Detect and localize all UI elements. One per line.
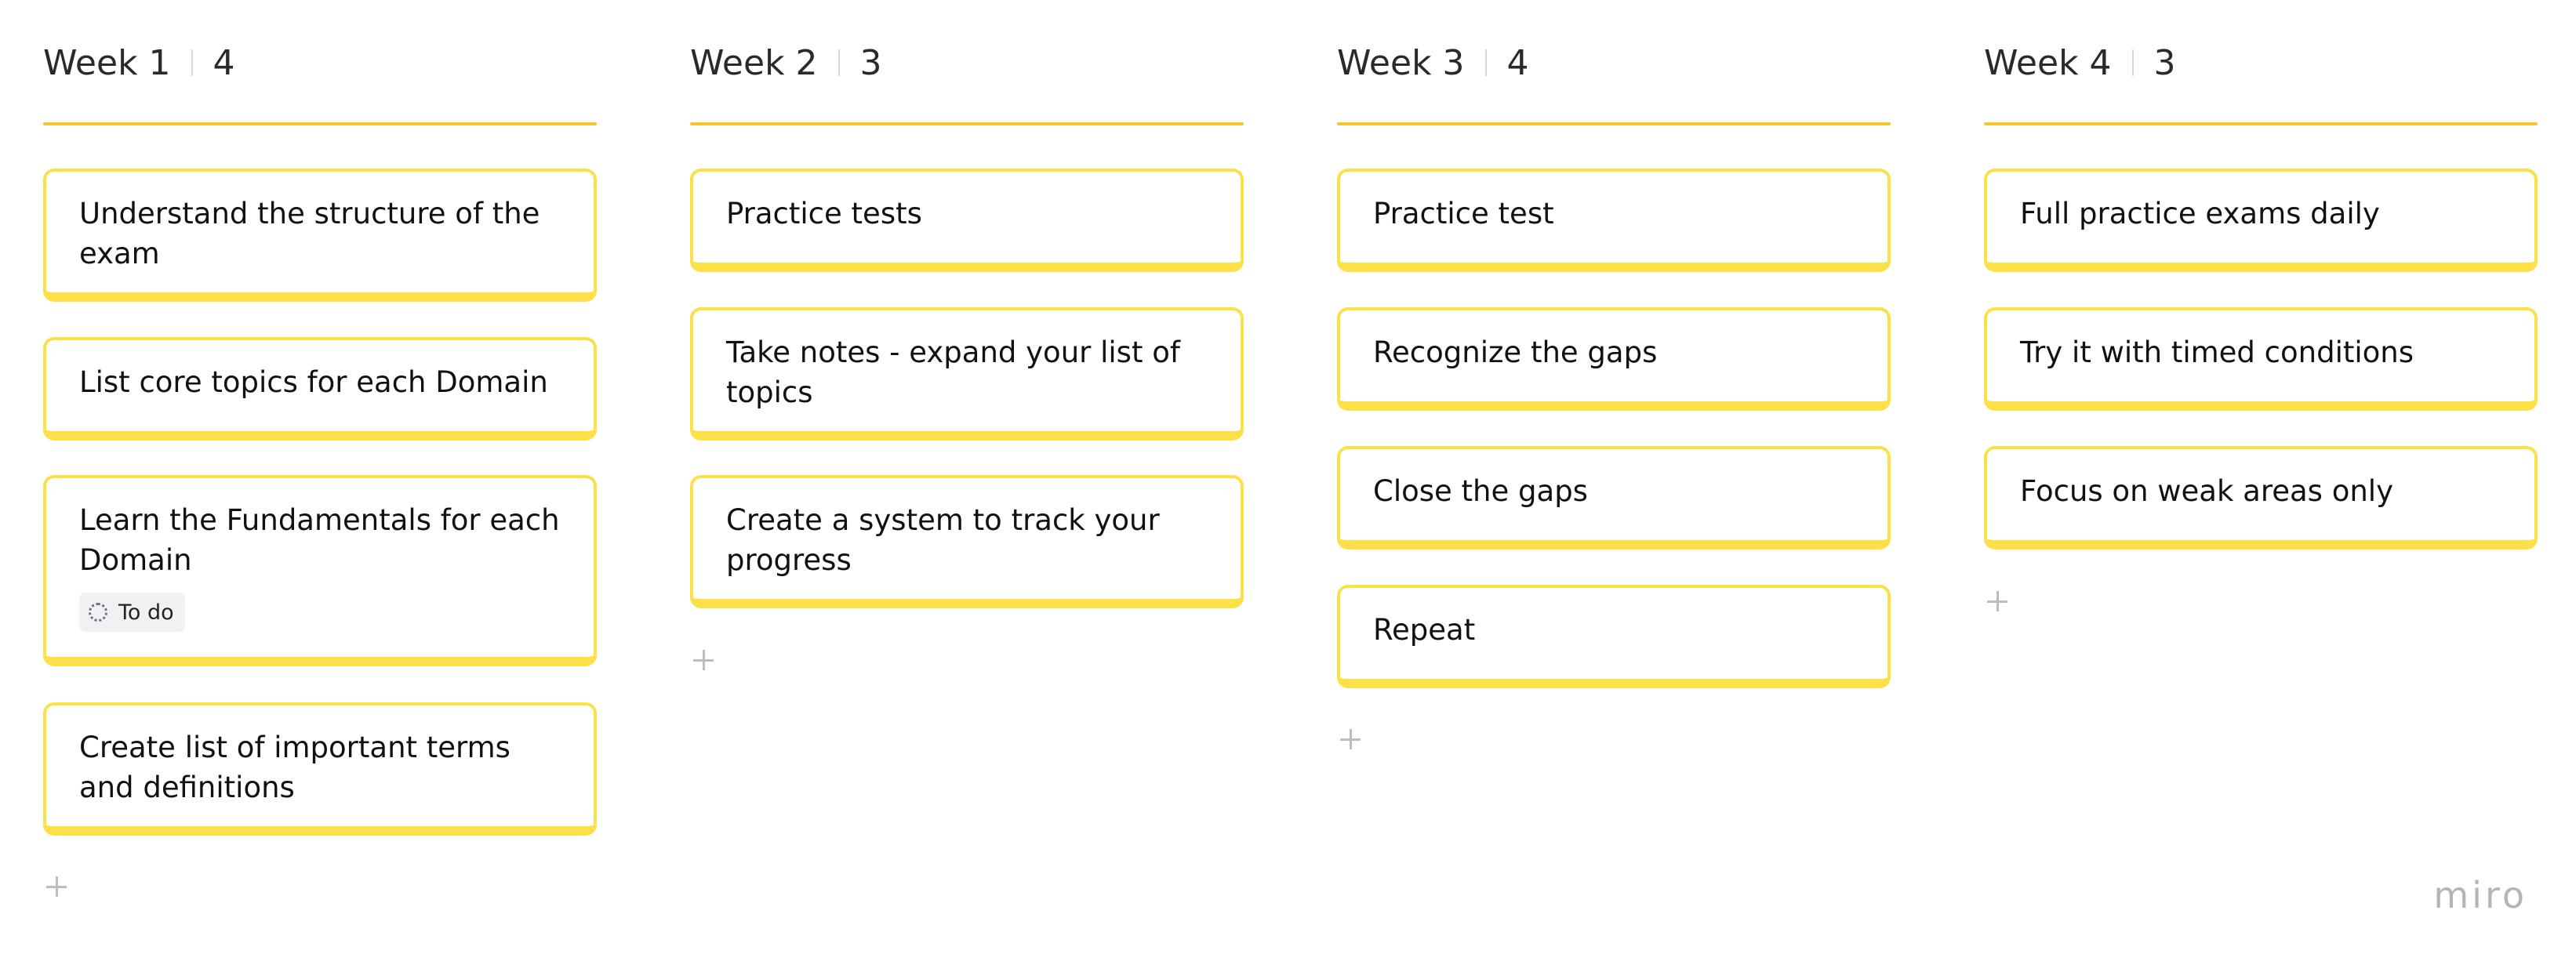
column-week-3: Week 3 4 Practice test Recognize the gap…	[1337, 0, 1891, 954]
card-text: Take notes - expand your list of topics	[726, 336, 1180, 409]
column-header[interactable]: Week 1 4	[43, 41, 235, 85]
card-text: Practice test	[1373, 197, 1554, 230]
column-header[interactable]: Week 3 4	[1337, 41, 1529, 85]
column-week-4: Week 4 3 Full practice exams daily Try i…	[1984, 0, 2538, 954]
column-title: Week 2	[690, 42, 818, 83]
column-divider-line	[1984, 122, 2538, 125]
column-header[interactable]: Week 2 3	[690, 41, 882, 85]
card[interactable]: Repeat	[1337, 585, 1891, 688]
status-tag-label: To do	[118, 600, 174, 625]
column-count: 4	[1506, 42, 1529, 83]
column-divider-line	[1337, 122, 1891, 125]
card[interactable]: Focus on weak areas only	[1984, 446, 2538, 550]
status-tag[interactable]: To do	[79, 593, 185, 632]
card-text: Understand the structure of the exam	[79, 197, 540, 270]
card[interactable]: Practice test	[1337, 169, 1891, 272]
card[interactable]: List core topics for each Domain	[43, 337, 597, 441]
card[interactable]: Close the gaps	[1337, 446, 1891, 550]
column-title: Week 4	[1984, 42, 2112, 83]
dotted-circle-icon	[89, 603, 107, 622]
header-divider	[191, 49, 193, 76]
column-week-1: Week 1 4 Understand the structure of the…	[43, 0, 597, 954]
card-text: Practice tests	[726, 197, 922, 230]
card-text: Recognize the gaps	[1373, 336, 1658, 369]
card-text: Close the gaps	[1373, 474, 1588, 508]
add-card-plus-icon[interactable]	[1984, 586, 2015, 618]
card[interactable]: Create a system to track your progress	[690, 475, 1244, 608]
miro-logo: miro	[2433, 874, 2527, 916]
add-card-plus-icon[interactable]	[690, 645, 721, 677]
kanban-board: Week 1 4 Understand the structure of the…	[0, 0, 2576, 954]
add-card-plus-icon[interactable]	[43, 872, 74, 903]
card-text: Full practice exams daily	[2020, 197, 2380, 230]
card-text: List core topics for each Domain	[79, 365, 548, 399]
card-text: Create a system to track your progress	[726, 503, 1160, 577]
card[interactable]: Learn the Fundamentals for each Domain T…	[43, 475, 597, 666]
column-divider-line	[43, 122, 597, 125]
card[interactable]: Take notes - expand your list of topics	[690, 307, 1244, 441]
column-title: Week 1	[43, 42, 171, 83]
card[interactable]: Create list of important terms and defin…	[43, 702, 597, 836]
card[interactable]: Practice tests	[690, 169, 1244, 272]
column-divider-line	[690, 122, 1244, 125]
card-text: Repeat	[1373, 613, 1476, 647]
card[interactable]: Full practice exams daily	[1984, 169, 2538, 272]
column-count: 3	[2153, 42, 2176, 83]
column-count: 4	[213, 42, 235, 83]
card-text: Focus on weak areas only	[2020, 474, 2393, 508]
header-divider	[837, 49, 840, 76]
add-card-plus-icon[interactable]	[1337, 724, 1368, 756]
card[interactable]: Recognize the gaps	[1337, 307, 1891, 411]
column-week-2: Week 2 3 Practice tests Take notes - exp…	[690, 0, 1244, 954]
card[interactable]: Try it with timed conditions	[1984, 307, 2538, 411]
column-title: Week 3	[1337, 42, 1465, 83]
column-count: 3	[859, 42, 882, 83]
card-text: Create list of important terms and defin…	[79, 731, 510, 804]
header-divider	[2131, 49, 2134, 76]
header-divider	[1484, 49, 1487, 76]
card-text: Try it with timed conditions	[2020, 336, 2414, 369]
card-text: Learn the Fundamentals for each Domain	[79, 503, 560, 577]
card[interactable]: Understand the structure of the exam	[43, 169, 597, 302]
column-header[interactable]: Week 4 3	[1984, 41, 2176, 85]
